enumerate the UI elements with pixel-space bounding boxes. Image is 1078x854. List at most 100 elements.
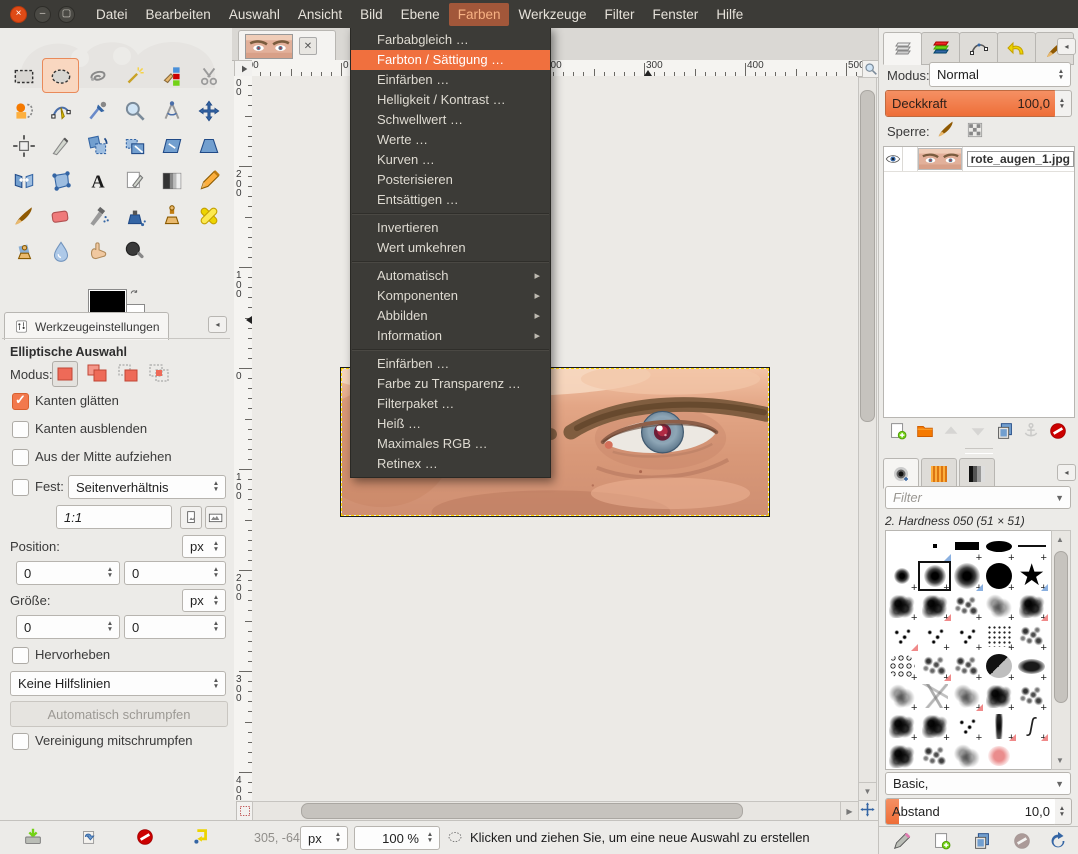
minimize-window-button[interactable]: – [34, 6, 51, 23]
new-layer-group-button[interactable] [914, 420, 936, 442]
brush-ellipse[interactable]: + [983, 531, 1015, 561]
tool-align[interactable] [5, 128, 42, 163]
new-brush-button[interactable] [931, 830, 953, 852]
restore-tool-preset-button[interactable] [78, 826, 100, 848]
guides-select[interactable]: Keine Hilfslinien [10, 671, 226, 696]
horizontal-ruler[interactable]: 1000100200300400500 [252, 60, 862, 77]
feather-checkbox[interactable] [12, 421, 29, 438]
colors-menu-item[interactable]: Retinex … [351, 454, 550, 474]
menu-filter[interactable]: Filter [596, 3, 644, 26]
brush-gscript[interactable]: ʃ+ [1016, 711, 1048, 741]
brush-gvert[interactable]: + [983, 711, 1015, 741]
horizontal-scrollbar[interactable] [252, 801, 842, 821]
collapse-right-dock-button[interactable]: ◂ [1057, 38, 1076, 55]
menu-bild[interactable]: Bild [351, 3, 392, 26]
tool-fuzzy-select[interactable] [116, 58, 153, 93]
brush-blank[interactable] [886, 531, 918, 561]
duplicate-brush-button[interactable] [971, 830, 993, 852]
colors-menu-item[interactable]: Komponenten▸ [351, 286, 550, 306]
brush-soft[interactable]: + [918, 561, 950, 591]
tool-gradient[interactable] [153, 163, 190, 198]
tool-cage-transform[interactable] [42, 163, 79, 198]
colors-menu-item[interactable]: Invertieren [351, 218, 550, 238]
duplicate-layer-button[interactable] [994, 420, 1016, 442]
brush-scrollbar-thumb[interactable] [1054, 551, 1068, 703]
menu-auswahl[interactable]: Auswahl [220, 3, 289, 26]
navigation-button[interactable] [858, 800, 877, 819]
colors-menu-item[interactable]: Einfärben … [351, 354, 550, 374]
brush-gcells[interactable]: + [886, 651, 918, 681]
layer-visibility-icon[interactable] [884, 150, 902, 168]
tool-select-by-color[interactable] [153, 58, 190, 93]
brush-g1[interactable] [886, 741, 918, 770]
scroll-down-button[interactable]: ▼ [858, 782, 877, 801]
raise-layer-button[interactable] [940, 420, 962, 442]
brush-group-select[interactable]: Basic, ▼ [885, 772, 1071, 795]
tool-scissors-select[interactable] [190, 58, 227, 93]
tool-paintbrush[interactable] [5, 198, 42, 233]
tool-ink[interactable] [116, 198, 153, 233]
tool-rectangle-select[interactable] [5, 58, 42, 93]
colors-menu-item[interactable]: Posterisieren [351, 170, 550, 190]
tool-flip[interactable] [5, 163, 42, 198]
selection-mode-subtract[interactable] [116, 361, 140, 385]
close-image-icon[interactable]: ✕ [299, 37, 317, 55]
tool-move[interactable] [190, 93, 227, 128]
brush-gdots[interactable]: + [983, 621, 1015, 651]
reset-tool-options-button[interactable] [190, 826, 212, 848]
layer-name[interactable]: rote_augen_1.jpg [967, 151, 1074, 167]
brush-g1[interactable]: + [983, 681, 1015, 711]
brush-soft[interactable]: + [951, 561, 983, 591]
vertical-ruler[interactable]: 3 0 02 0 01 0 001 0 02 0 03 0 04 0 0 [234, 76, 253, 800]
tool-ink-design[interactable] [116, 163, 153, 198]
collapse-left-dock-button[interactable]: ◂ [208, 316, 227, 333]
tab-layers[interactable] [883, 32, 922, 65]
brush-g2[interactable]: + [1016, 621, 1048, 651]
brush-g2[interactable]: + [951, 591, 983, 621]
image-tab[interactable]: ✕ [238, 30, 336, 61]
tool-blur-sharpen[interactable] [42, 233, 79, 268]
brush-half[interactable]: + [983, 651, 1015, 681]
brush-g3[interactable] [886, 621, 918, 651]
tool-zoom[interactable] [116, 93, 153, 128]
tab-undo-history[interactable] [997, 32, 1036, 65]
menu-hilfe[interactable]: Hilfe [707, 3, 752, 26]
brush-g1[interactable]: + [886, 591, 918, 621]
tool-free-select[interactable] [79, 58, 116, 93]
brush-g5[interactable] [951, 741, 983, 770]
landscape-orientation-button[interactable] [205, 506, 227, 529]
tool-color-picker[interactable] [79, 93, 116, 128]
tool-heal[interactable] [190, 198, 227, 233]
brush-g2[interactable]: + [918, 651, 950, 681]
refresh-brushes-button[interactable] [1047, 830, 1069, 852]
brush-g3[interactable]: + [951, 711, 983, 741]
opacity-spinner[interactable] [1055, 91, 1069, 116]
layer-row[interactable]: rote_augen_1.jpg [884, 147, 1074, 172]
brush-g1[interactable]: + [918, 591, 950, 621]
ratio-input[interactable]: 1:1 [56, 505, 172, 529]
shrink-merged-checkbox[interactable] [12, 733, 29, 750]
delete-tool-preset-button[interactable] [134, 826, 156, 848]
size-unit-select[interactable]: px [182, 589, 226, 612]
maximize-window-button[interactable]: ▢ [58, 6, 75, 23]
colors-menu-item[interactable]: Filterpaket … [351, 394, 550, 414]
colors-menu-item[interactable]: Helligkeit / Kontrast … [351, 90, 550, 110]
tab-tool-options[interactable]: Werkzeugeinstellungen [4, 312, 169, 340]
brush-dot[interactable] [918, 531, 950, 561]
tool-ellipse-select[interactable] [42, 58, 79, 93]
vertical-scrollbar[interactable] [858, 77, 877, 784]
brush-goval[interactable]: + [1016, 651, 1048, 681]
menu-ansicht[interactable]: Ansicht [289, 3, 351, 26]
colors-menu-item[interactable]: Einfärben … [351, 70, 550, 90]
zoom-level-input[interactable]: 100 % [354, 826, 440, 850]
size-width-input[interactable]: 0 [16, 615, 120, 639]
delete-brush-button[interactable] [1011, 830, 1033, 852]
position-y-input[interactable]: 0 [124, 561, 226, 585]
tab-gradients[interactable] [959, 458, 995, 489]
colors-menu-item[interactable]: Heiß … [351, 414, 550, 434]
menu-werkzeuge[interactable]: Werkzeuge [509, 3, 595, 26]
antialias-checkbox[interactable] [12, 393, 29, 410]
position-x-input[interactable]: 0 [16, 561, 120, 585]
selection-mode-add[interactable] [85, 361, 109, 385]
brush-g1[interactable]: + [886, 711, 918, 741]
